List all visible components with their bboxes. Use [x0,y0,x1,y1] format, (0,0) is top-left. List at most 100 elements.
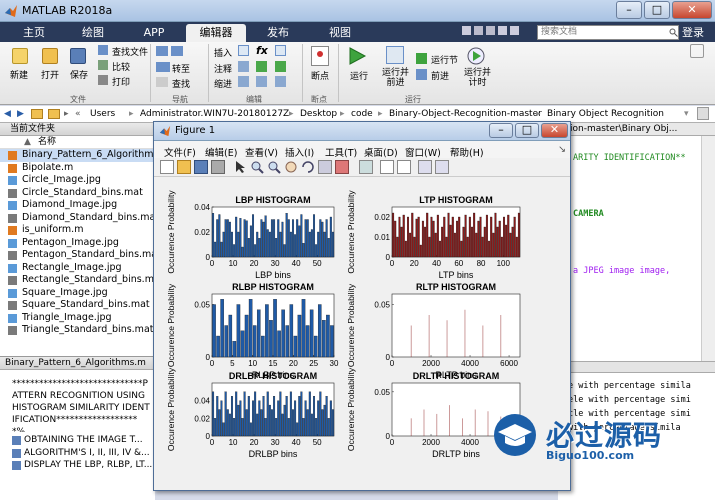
save-file-icon[interactable] [70,48,86,64]
insert-button[interactable]: 插入 [214,46,232,59]
compare-button[interactable]: 比较 [112,60,130,73]
new-button[interactable]: 新建 [10,68,28,81]
path-segment[interactable]: Desktop [300,106,337,122]
find-button[interactable]: 查找 [172,77,190,90]
forward-arrow-icon[interactable] [171,46,183,56]
data-cursor-icon[interactable] [318,160,332,174]
breakpoints-icon[interactable] [311,46,329,66]
menu-edit[interactable]: 编辑(E) [205,145,237,159]
help-icon[interactable] [510,26,519,35]
run-button[interactable]: 运行 [350,69,368,82]
run-time-icon[interactable] [466,46,486,66]
dock-arrow-icon[interactable]: ↘ [558,144,566,155]
tab-home[interactable]: 主页 [6,24,62,42]
comment-button[interactable]: 注释 [214,62,232,75]
tab-publish[interactable]: 发布 [248,24,308,42]
file-item[interactable]: Pentagon_Standard_bins.mat [0,249,161,262]
menu-tools[interactable]: 工具(T) [325,145,357,159]
menu-desktop[interactable]: 桌面(D) [364,145,398,159]
copy-icon[interactable] [486,26,495,35]
pan-icon[interactable] [284,160,298,174]
menu-view[interactable]: 查看(V) [245,145,278,159]
advance-button[interactable]: 前进 [431,69,449,82]
folder-up-icon[interactable] [31,109,43,119]
path-segment[interactable]: Users [90,106,115,122]
colorbar-icon[interactable] [380,160,394,174]
forward-icon[interactable]: ▶ [17,106,24,122]
file-item[interactable]: Circle_Standard_bins.mat [0,187,154,200]
run-icon[interactable] [347,46,367,66]
collapse-toolstrip-icon[interactable] [690,44,704,58]
insert-function-icon[interactable] [275,45,286,56]
show-plot-tools-icon[interactable] [435,160,449,174]
zoom-in-icon[interactable] [250,160,264,174]
path-segment[interactable]: Binary Object Recognition [547,106,664,122]
link-plot-icon[interactable] [359,160,373,174]
file-item[interactable]: Bipolate.m [0,162,154,175]
print-figure-icon[interactable] [211,160,225,174]
browse-folder-icon[interactable] [48,109,60,119]
path-segment[interactable]: Binary-Object-Recognition-master [389,106,542,122]
section-link[interactable]: ALGORITHM'S I, II, III, IV &... [12,447,155,460]
figure-maximize-button[interactable]: □ [515,123,539,138]
legend-icon[interactable] [397,160,411,174]
file-item[interactable]: Pentagon_Image.jpg [0,237,154,250]
insert-section-icon[interactable] [238,45,249,56]
undo-icon[interactable] [498,26,507,35]
file-item[interactable]: Diamond_Standard_bins.mat [0,212,159,225]
tab-editor[interactable]: 编辑器 [186,24,246,42]
search-icon[interactable] [669,28,678,37]
brush-icon[interactable] [335,160,349,174]
rotate-3d-icon[interactable] [301,160,315,174]
file-item[interactable]: Circle_Image.jpg [0,174,154,187]
name-column-header[interactable]: 名称 [38,137,56,147]
run-time-button[interactable]: 运行并 计时 [464,68,491,88]
minimize-button[interactable]: – [616,1,642,19]
tab-view[interactable]: 视图 [310,24,370,42]
arrow-pointer-icon[interactable] [233,160,247,174]
menu-file[interactable]: 文件(F) [164,145,196,159]
figure-minimize-button[interactable]: – [489,123,513,138]
open-folder-icon[interactable] [42,48,58,64]
close-button[interactable]: ✕ [672,1,712,19]
figure-close-button[interactable]: ✕ [541,123,568,138]
decrease-indent-icon[interactable] [275,76,286,87]
zoom-out-icon[interactable] [267,160,281,174]
save-figure-icon[interactable] [194,160,208,174]
goto-button[interactable]: 转至 [172,62,190,75]
file-item[interactable]: Triangle_Image.jpg [0,312,154,325]
section-link[interactable]: DISPLAY THE LBP, RLBP, LT... [12,459,155,472]
file-item[interactable]: Square_Standard_bins.mat [0,299,154,312]
tab-plots[interactable]: 绘图 [64,24,122,42]
new-figure-icon[interactable] [160,160,174,174]
comment-icon[interactable] [238,61,249,72]
tab-apps[interactable]: APP [124,24,184,42]
find-files-button[interactable]: 查找文件 [112,45,148,58]
save-icon[interactable] [462,26,471,35]
open-file-icon[interactable] [177,160,191,174]
uncomment-icon[interactable] [275,61,286,72]
file-item[interactable]: is_uniform.m [0,224,154,237]
file-item[interactable]: Triangle_Standard_bins.mat [0,324,154,337]
editor-scrollbar[interactable] [701,136,715,361]
path-segment[interactable]: code [351,106,373,122]
back-arrow-icon[interactable] [156,46,168,56]
file-item[interactable]: Binary_Pattern_6_Algorithms.m [0,149,171,162]
menu-window[interactable]: 窗口(W) [405,145,441,159]
smart-indent-icon[interactable] [238,76,249,87]
breakpoints-button[interactable]: 断点 [311,69,329,82]
run-advance-button[interactable]: 运行并 前进 [382,68,409,88]
cut-icon[interactable] [474,26,483,35]
menu-insert[interactable]: 插入(I) [285,145,314,159]
path-segment[interactable]: Administrator.WIN7U-20180127Z [140,106,289,122]
back-icon[interactable]: ◀ [4,106,11,122]
file-item[interactable]: Rectangle_Standard_bins.mat [0,274,164,287]
maximize-button[interactable]: □ [644,1,670,19]
print-button[interactable]: 打印 [112,75,130,88]
login-link[interactable]: 登录 [682,24,704,40]
file-item[interactable]: Rectangle_Image.jpg [0,262,154,275]
file-item[interactable]: Square_Image.jpg [0,287,154,300]
indent-button[interactable]: 缩进 [214,77,232,90]
search-docs-input[interactable]: 搜索文档 [537,25,679,40]
open-button[interactable]: 打开 [41,68,59,81]
